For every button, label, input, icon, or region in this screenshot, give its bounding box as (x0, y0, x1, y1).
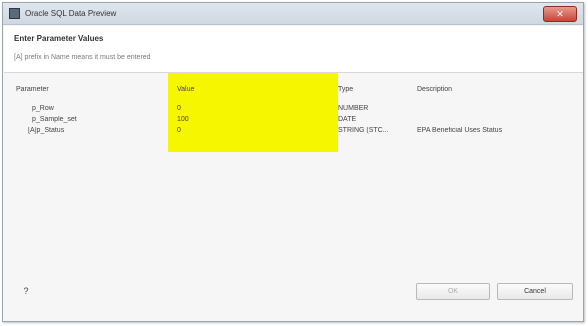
header-title: Enter Parameter Values (14, 34, 104, 43)
parameter-name: p_Row (32, 105, 54, 112)
parameter-description: EPA Beneficial Uses Status (417, 127, 503, 134)
dialog-window: Oracle SQL Data Preview ✕ Enter Paramete… (2, 2, 584, 322)
parameter-value-field[interactable]: 0 (177, 105, 327, 112)
column-header-parameter[interactable]: Parameter (16, 86, 49, 93)
table-row[interactable]: p_Row 0 NUMBER (16, 105, 561, 116)
parameter-type: NUMBER (338, 105, 369, 112)
parameter-type: DATE (338, 116, 357, 123)
parameter-value-field[interactable]: 100 (177, 116, 327, 123)
column-header-type[interactable]: Type (338, 86, 353, 93)
close-button[interactable]: ✕ (543, 6, 577, 22)
cancel-button[interactable]: Cancel (497, 283, 573, 300)
window-title: Oracle SQL Data Preview (25, 9, 117, 18)
parameter-value-field[interactable]: 0 (177, 127, 327, 134)
ok-button[interactable]: OK (416, 283, 490, 300)
column-header-value[interactable]: Value (177, 86, 194, 93)
table-row[interactable]: p_Sample_set 100 DATE (16, 116, 561, 127)
column-header-description[interactable]: Description (417, 86, 452, 93)
title-bar[interactable]: Oracle SQL Data Preview ✕ (3, 3, 583, 25)
parameter-name: [A]p_Status (28, 127, 65, 134)
table-row[interactable]: [A]p_Status 0 STRING (STC... EPA Benefic… (16, 127, 561, 138)
parameter-name: p_Sample_set (32, 116, 77, 123)
help-icon[interactable]: ? (20, 285, 32, 297)
header-description: [A] prefix in Name means it must be ente… (14, 54, 151, 61)
app-icon (9, 8, 20, 19)
dialog-header: Enter Parameter Values [A] prefix in Nam… (4, 26, 583, 73)
parameter-type: STRING (STC... (338, 127, 389, 134)
